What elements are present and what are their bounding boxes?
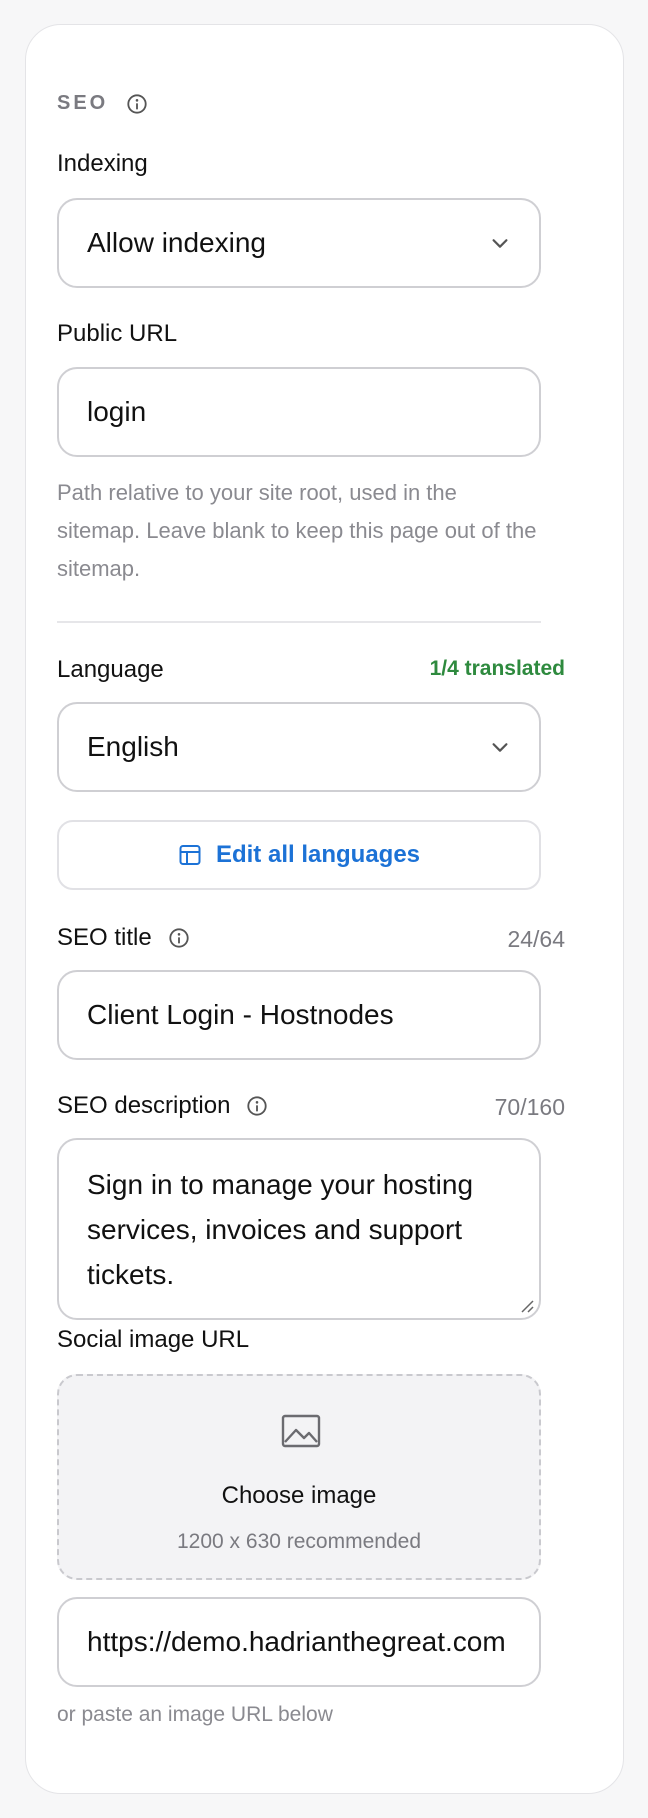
social-image-help: or paste an image URL below (57, 1703, 333, 1726)
choose-image-label: Choose image (221, 1482, 377, 1509)
recommended-size: 1200 x 630 recommended (177, 1530, 421, 1553)
seo-title-counter: 24/64 (507, 926, 565, 952)
social-image-url-value: https://demo.hadrianthegreat.com (87, 1626, 506, 1657)
resize-handle-icon[interactable] (519, 1298, 535, 1314)
chevron-down-icon (492, 743, 508, 752)
public-url-help: Path relative to your site root, used in… (57, 480, 537, 581)
seo-title-input[interactable]: Client Login - Hostnodes (57, 970, 541, 1060)
seo-title-label: SEO title (57, 924, 152, 951)
info-icon[interactable] (126, 93, 148, 115)
public-url-input[interactable]: login (57, 367, 541, 457)
translation-status: 1/4 translated (429, 657, 565, 680)
public-url-label: Public URL (57, 320, 178, 347)
section-title: SEO (57, 92, 148, 115)
language-label: Language (57, 656, 164, 683)
public-url-value: login (87, 396, 147, 427)
seo-description-textarea[interactable]: Sign in to manage your hosting services,… (57, 1138, 541, 1320)
language-value: English (87, 731, 179, 762)
seo-title-label-row: SEO title (57, 924, 190, 952)
seo-title-value: Client Login - Hostnodes (87, 999, 394, 1030)
language-select[interactable]: English (57, 702, 541, 792)
indexing-value: Allow indexing (87, 227, 266, 258)
section-title-text: SEO (57, 92, 109, 114)
layout-icon (179, 845, 201, 865)
image-icon (281, 1414, 321, 1448)
edit-all-languages-label: Edit all languages (215, 841, 421, 868)
indexing-label: Indexing (57, 150, 148, 177)
info-icon[interactable] (168, 927, 190, 949)
edit-all-languages-button[interactable]: Edit all languages (57, 820, 541, 890)
seo-description-label: SEO description (57, 1092, 231, 1119)
social-image-label: Social image URL (57, 1326, 250, 1353)
seo-description-label-row: SEO description (57, 1092, 268, 1120)
info-icon[interactable] (246, 1095, 268, 1117)
seo-description-counter: 70/160 (494, 1094, 565, 1120)
chevron-down-icon (492, 239, 508, 248)
seo-description-value: Sign in to manage your hosting services,… (87, 1169, 474, 1290)
image-dropzone[interactable]: Choose image 1200 x 630 recommended (57, 1374, 541, 1580)
social-image-url-input[interactable]: https://demo.hadrianthegreat.com (57, 1597, 541, 1687)
divider (57, 621, 541, 623)
indexing-select[interactable]: Allow indexing (57, 198, 541, 288)
